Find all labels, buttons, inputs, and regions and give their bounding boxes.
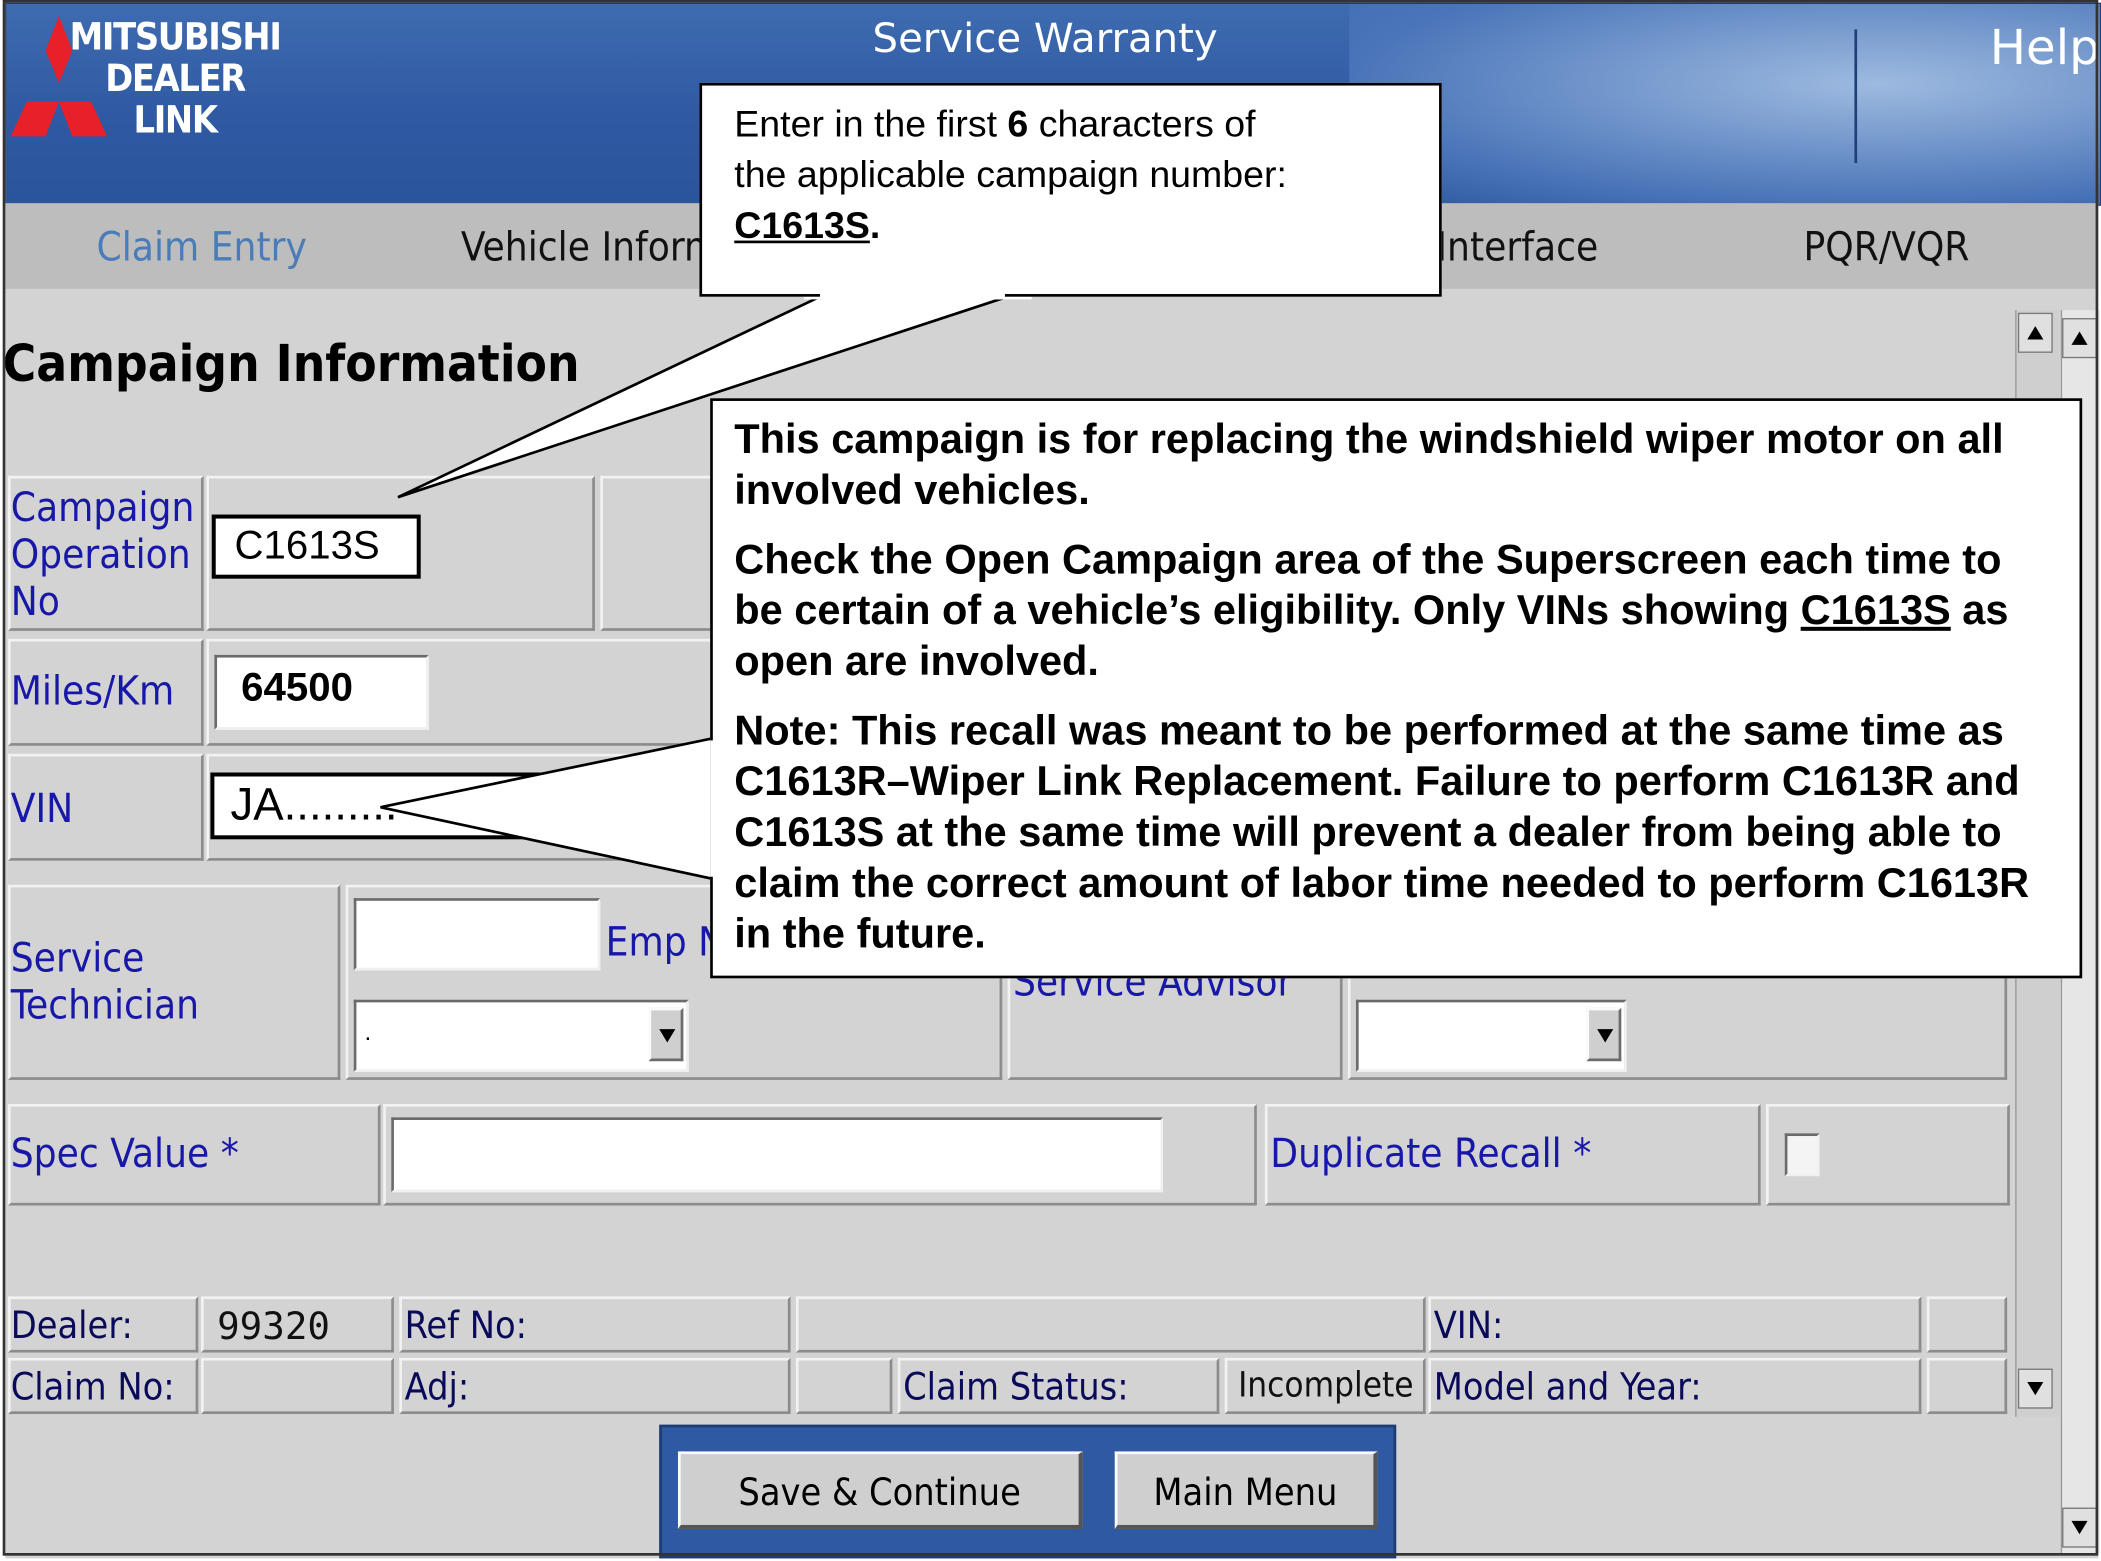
callout-top-text-c: characters of <box>1028 102 1256 145</box>
top-callout-join <box>820 292 1005 300</box>
callout-main-p1: This campaign is for replacing the winds… <box>734 415 2004 514</box>
callout-main-p3: Note: This recall was meant to be perfor… <box>734 707 2030 957</box>
callout-top-code: C1613S <box>734 204 870 246</box>
callout-top-text-a: Enter in the first <box>734 102 1008 145</box>
campaign-number-instruction-callout: Enter in the first 6 characters of the a… <box>699 82 1442 297</box>
screen: MITSUBISHI DEALER LINK Service Warranty … <box>0 0 2101 1561</box>
main-callout-join <box>710 740 719 877</box>
main-callout-tail <box>380 736 717 882</box>
callout-top-line2: the applicable campaign number: <box>734 153 1287 196</box>
campaign-note-callout: This campaign is for replacing the winds… <box>710 398 2083 979</box>
callout-top-period: . <box>869 204 881 246</box>
callout-main-p2-code: C1613S <box>1800 586 1951 634</box>
callout-top-six: 6 <box>1007 102 1029 145</box>
